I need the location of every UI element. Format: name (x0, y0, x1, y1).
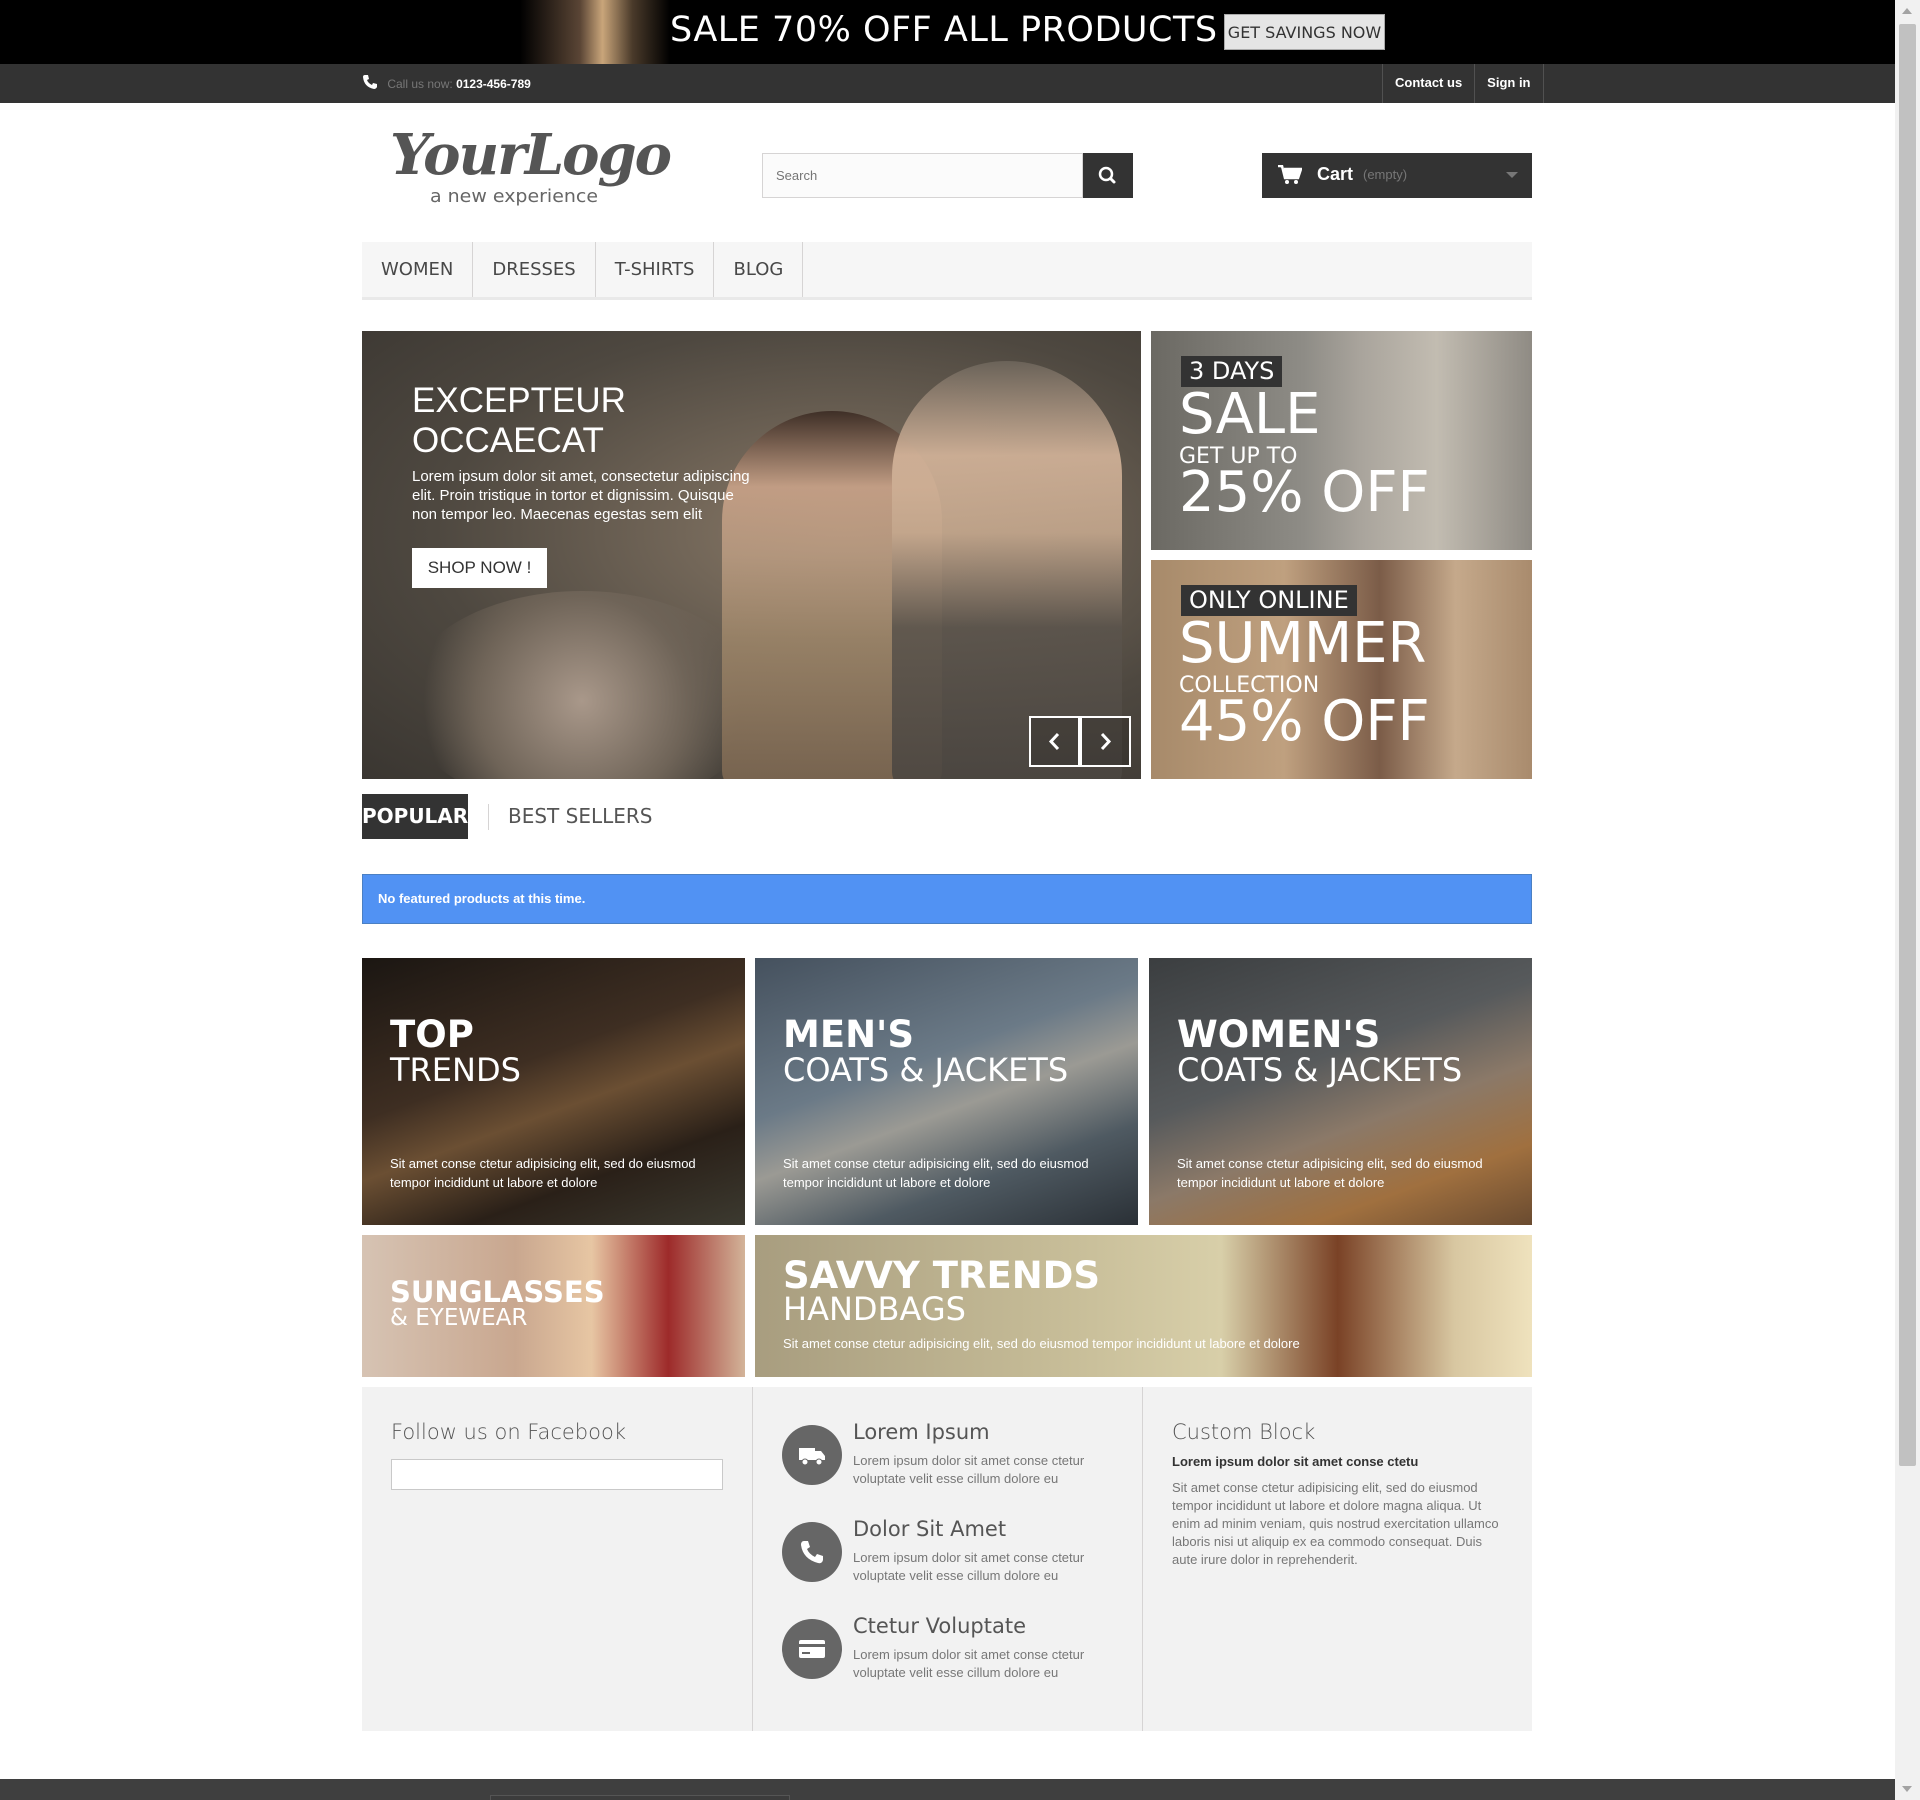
banner-text: Sit amet conse ctetur adipisicing elit, … (1177, 1156, 1483, 1190)
scroll-thumb[interactable] (1899, 24, 1916, 1466)
search-form (762, 153, 1133, 198)
footer (0, 1779, 1895, 1800)
service-text: Lorem ipsum dolor sit amet conse ctetur … (853, 1453, 1085, 1486)
services-block: Lorem Ipsum Lorem ipsum dolor sit amet c… (752, 1387, 1142, 1731)
cart-button[interactable]: Cart (empty) (1262, 153, 1532, 198)
service-title: Ctetur Voluptate (853, 1614, 1026, 1638)
banner-subtitle: COATS & JACKETS (783, 1051, 1069, 1089)
get-savings-button[interactable]: GET SAVINGS NOW (1224, 14, 1385, 50)
hero-slider[interactable]: EXCEPTEUR OCCAECAT Lorem ipsum dolor sit… (362, 331, 1141, 779)
service-text: Lorem ipsum dolor sit amet conse ctetur … (853, 1550, 1085, 1583)
truck-icon (782, 1425, 842, 1485)
banner-title: WOMEN'S (1177, 1013, 1381, 1056)
banner-subtitle: COATS & JACKETS (1177, 1051, 1463, 1089)
promo-offer: 45% OFF (1179, 689, 1430, 754)
hero-image-flowers (402, 591, 762, 779)
footer-blocks: Follow us on Facebook Lorem Ipsum Lorem … (362, 1387, 1532, 1731)
shop-now-button[interactable]: SHOP NOW ! (412, 548, 547, 588)
banner-subtitle: HANDBAGS (783, 1290, 966, 1328)
promo-text: SALE 70% OFF ALL PRODUCTS (670, 10, 1218, 50)
banner-text: Sit amet conse ctetur adipisicing elit, … (783, 1336, 1300, 1351)
cart-status: (empty) (1363, 167, 1408, 182)
promo-banner[interactable]: SALE 70% OFF ALL PRODUCTS GET SAVINGS NO… (0, 0, 1895, 64)
call-us: Call us now: 0123-456-789 (362, 74, 531, 91)
scroll-up-arrow-icon[interactable] (1902, 8, 1912, 14)
chevron-left-icon (1048, 732, 1060, 751)
banner-title: TOP (390, 1013, 474, 1056)
newsletter-input[interactable] (490, 1795, 790, 1800)
phone-icon (363, 75, 377, 89)
shopping-cart-icon (1278, 165, 1302, 184)
search-input[interactable] (762, 153, 1083, 198)
call-label: Call us now: (387, 77, 453, 91)
page-scrollbar[interactable] (1895, 0, 1920, 1800)
promo-headline: SALE (1179, 382, 1321, 447)
scroll-down-arrow-icon[interactable] (1902, 1786, 1912, 1792)
service-title: Lorem Ipsum (853, 1420, 990, 1444)
chevron-down-icon (1506, 172, 1518, 178)
banner-text: Sit amet conse ctetur adipisicing elit, … (783, 1156, 1089, 1190)
custom-block: Custom Block Lorem ipsum dolor sit amet … (1142, 1387, 1532, 1731)
hero-title: EXCEPTEUR OCCAECAT (412, 381, 626, 460)
banner-subtitle: & EYEWEAR (390, 1305, 528, 1331)
slider-prev-button[interactable] (1029, 716, 1080, 767)
banner-womens-coats[interactable]: WOMEN'S COATS & JACKETS Sit amet conse c… (1149, 958, 1532, 1225)
banner-text: Sit amet conse ctetur adipisicing elit, … (390, 1156, 696, 1190)
facebook-widget[interactable] (391, 1459, 723, 1490)
banner-mens-coats[interactable]: MEN'S COATS & JACKETS Sit amet conse cte… (755, 958, 1138, 1225)
search-icon (1098, 166, 1116, 184)
promo-banner-sale[interactable]: 3 DAYS SALE GET UP TO 25% OFF (1151, 331, 1532, 550)
banner-title: MEN'S (783, 1013, 915, 1056)
banner-handbags[interactable]: SAVVY TRENDS HANDBAGS Sit amet conse cte… (755, 1235, 1532, 1377)
custom-block-title: Custom Block (1172, 1420, 1316, 1444)
menu-item-dresses[interactable]: DRESSES (473, 242, 596, 297)
menu-item-tshirts[interactable]: T-SHIRTS (596, 242, 715, 297)
banner-subtitle: TRENDS (390, 1051, 521, 1089)
service-item: Lorem Ipsum Lorem ipsum dolor sit amet c… (782, 1420, 1122, 1500)
promo-headline: SUMMER (1179, 611, 1427, 676)
banner-top-trends[interactable]: TOP TRENDS Sit amet conse ctetur adipisi… (362, 958, 745, 1225)
menu-item-women[interactable]: WOMEN (362, 242, 474, 297)
promo-model-image (520, 0, 670, 64)
site-logo[interactable]: YourLogo a new experience (388, 122, 678, 207)
search-button[interactable] (1083, 153, 1133, 198)
custom-block-text: Sit amet conse ctetur adipisicing elit, … (1172, 1480, 1499, 1567)
tab-popular[interactable]: POPULAR (362, 794, 468, 839)
svg-text:a new experience: a new experience (430, 186, 598, 207)
tab-best-sellers[interactable]: BEST SELLERS (508, 794, 652, 839)
menu-item-blog[interactable]: BLOG (714, 242, 804, 297)
no-products-alert: No featured products at this time. (362, 874, 1532, 924)
banner-title: SUNGLASSES (390, 1275, 605, 1309)
phone-number: 0123-456-789 (456, 77, 531, 91)
facebook-title: Follow us on Facebook (391, 1420, 626, 1444)
phone-icon (782, 1522, 842, 1582)
contact-us-link[interactable]: Contact us (1382, 64, 1474, 103)
promo-offer: 25% OFF (1179, 460, 1430, 525)
promo-banner-summer[interactable]: ONLY ONLINE SUMMER COLLECTION 45% OFF (1151, 560, 1532, 779)
sign-in-link[interactable]: Sign in (1474, 64, 1544, 103)
hero-text: Lorem ipsum dolor sit amet, consectetur … (412, 468, 750, 523)
svg-text:YourLogo: YourLogo (390, 122, 671, 188)
banner-sunglasses[interactable]: SUNGLASSES & EYEWEAR (362, 1235, 745, 1377)
slider-next-button[interactable] (1080, 716, 1131, 767)
tab-divider (488, 804, 489, 830)
service-text: Lorem ipsum dolor sit amet conse ctetur … (853, 1647, 1085, 1680)
service-title: Dolor Sit Amet (853, 1517, 1007, 1541)
service-item: Dolor Sit Amet Lorem ipsum dolor sit ame… (782, 1517, 1122, 1597)
main-menu: WOMEN DRESSES T-SHIRTS BLOG (362, 242, 1532, 300)
custom-block-subtitle: Lorem ipsum dolor sit amet conse ctetu (1172, 1454, 1419, 1469)
credit-card-icon (782, 1619, 842, 1679)
facebook-block: Follow us on Facebook (362, 1387, 752, 1731)
chevron-right-icon (1100, 732, 1112, 751)
top-nav-bar: Call us now: 0123-456-789 Contact us Sig… (0, 64, 1895, 103)
service-item: Ctetur Voluptate Lorem ipsum dolor sit a… (782, 1614, 1122, 1694)
cart-label: Cart (1317, 164, 1354, 184)
